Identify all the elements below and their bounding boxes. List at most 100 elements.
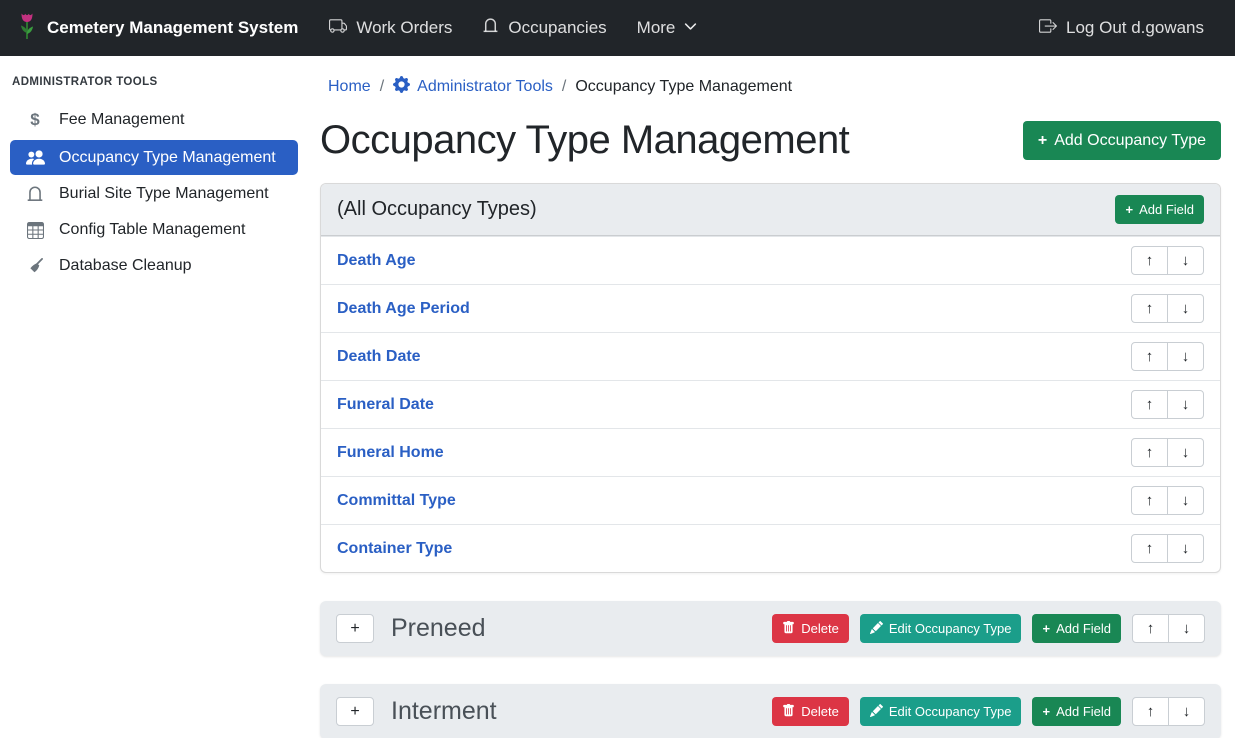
field-row: Death Date ↑ ↓ — [321, 332, 1220, 380]
field-row: Container Type ↑ ↓ — [321, 524, 1220, 572]
sidebar-item-label: Database Cleanup — [59, 257, 192, 275]
sidebar-item-config-table-management[interactable]: Config Table Management — [10, 213, 298, 247]
reorder-group: ↑ ↓ — [1132, 697, 1205, 726]
plus-icon: + — [1038, 132, 1047, 150]
move-up-button[interactable]: ↑ — [1131, 486, 1168, 515]
pencil-icon — [870, 704, 883, 720]
section-actions: Delete Edit Occupancy Type + Add Field ↑… — [772, 697, 1205, 726]
main-content: Home / Administrator Tools / Occupancy T… — [308, 56, 1235, 738]
reorder-group: ↑ ↓ — [1131, 438, 1204, 467]
app-brand[interactable]: Cemetery Management System — [16, 11, 298, 46]
move-down-button[interactable]: ↓ — [1168, 614, 1205, 643]
move-down-button[interactable]: ↓ — [1167, 486, 1204, 515]
move-up-button[interactable]: ↑ — [1132, 614, 1169, 643]
nav-item-label: Work Orders — [356, 18, 452, 38]
headstone-icon — [24, 185, 46, 203]
move-down-button[interactable]: ↓ — [1167, 294, 1204, 323]
expand-button[interactable]: + — [336, 614, 374, 643]
trash-icon — [782, 704, 795, 720]
breadcrumb-separator: / — [562, 78, 566, 96]
sidebar-item-label: Config Table Management — [59, 221, 246, 239]
page-title: Occupancy Type Management — [320, 118, 849, 163]
move-down-button[interactable]: ↓ — [1167, 246, 1204, 275]
edit-occupancy-type-button[interactable]: Edit Occupancy Type — [860, 614, 1022, 643]
move-down-button[interactable]: ↓ — [1167, 390, 1204, 419]
plus-icon: + — [1042, 704, 1050, 719]
pencil-icon — [870, 621, 883, 637]
chevron-down-icon — [684, 18, 697, 38]
app-title: Cemetery Management System — [47, 18, 298, 38]
breadcrumb-home-link[interactable]: Home — [328, 78, 371, 96]
edit-occupancy-type-button[interactable]: Edit Occupancy Type — [860, 697, 1022, 726]
breadcrumb-admin-tools-link[interactable]: Administrator Tools — [393, 76, 553, 98]
section-title: Interment — [391, 697, 497, 726]
main-nav: Work Orders Occupancies More — [314, 9, 712, 48]
logout-button[interactable]: Log Out d.gowans — [1024, 9, 1219, 48]
plus-icon: + — [1125, 202, 1133, 217]
add-field-button[interactable]: + Add Field — [1115, 195, 1204, 224]
sidebar-item-label: Burial Site Type Management — [59, 185, 269, 203]
field-link-funeral-date[interactable]: Funeral Date — [337, 396, 434, 414]
sidebar-item-burial-site-type-management[interactable]: Burial Site Type Management — [10, 177, 298, 211]
reorder-group: ↑ ↓ — [1131, 486, 1204, 515]
add-field-button[interactable]: + Add Field — [1032, 697, 1121, 726]
add-field-button[interactable]: + Add Field — [1032, 614, 1121, 643]
reorder-group: ↑ ↓ — [1131, 534, 1204, 563]
field-link-death-date[interactable]: Death Date — [337, 348, 421, 366]
field-link-committal-type[interactable]: Committal Type — [337, 492, 456, 510]
all-occupancy-types-card: (All Occupancy Types) + Add Field Death … — [320, 183, 1221, 573]
card-title: (All Occupancy Types) — [337, 198, 537, 221]
breadcrumb-current: Occupancy Type Management — [575, 78, 792, 96]
nav-item-occupancies[interactable]: Occupancies — [467, 9, 621, 47]
move-up-button[interactable]: ↑ — [1131, 246, 1168, 275]
delete-button[interactable]: Delete — [772, 614, 849, 643]
add-occupancy-type-button[interactable]: + Add Occupancy Type — [1023, 121, 1221, 160]
move-up-button[interactable]: ↑ — [1131, 390, 1168, 419]
users-icon — [24, 148, 46, 167]
card-header: (All Occupancy Types) + Add Field — [321, 184, 1220, 236]
move-up-button[interactable]: ↑ — [1131, 438, 1168, 467]
move-down-button[interactable]: ↓ — [1168, 697, 1205, 726]
table-icon — [24, 222, 46, 239]
move-up-button[interactable]: ↑ — [1132, 697, 1169, 726]
sidebar-item-label: Occupancy Type Management — [59, 149, 276, 167]
breadcrumb-separator: / — [380, 78, 384, 96]
sidebar-item-occupancy-type-management[interactable]: Occupancy Type Management — [10, 140, 298, 175]
field-link-death-age[interactable]: Death Age — [337, 252, 416, 270]
reorder-group: ↑ ↓ — [1131, 294, 1204, 323]
sidebar-item-database-cleanup[interactable]: Database Cleanup — [10, 249, 298, 283]
field-row: Funeral Date ↑ ↓ — [321, 380, 1220, 428]
expand-button[interactable]: + — [336, 697, 374, 726]
dollar-icon: $ — [24, 110, 46, 130]
section-title: Preneed — [391, 614, 486, 643]
move-down-button[interactable]: ↓ — [1167, 438, 1204, 467]
move-up-button[interactable]: ↑ — [1131, 534, 1168, 563]
plus-icon: + — [1042, 621, 1050, 636]
move-down-button[interactable]: ↓ — [1167, 342, 1204, 371]
sidebar-heading: ADMINISTRATOR TOOLS — [0, 66, 308, 100]
field-row: Death Age ↑ ↓ — [321, 236, 1220, 284]
headstone-icon — [482, 17, 499, 39]
breadcrumb: Home / Administrator Tools / Occupancy T… — [328, 76, 1221, 98]
broom-icon — [24, 257, 46, 275]
nav-item-work-orders[interactable]: Work Orders — [314, 9, 467, 48]
trash-icon — [782, 621, 795, 637]
reorder-group: ↑ ↓ — [1131, 342, 1204, 371]
nav-item-label: More — [637, 18, 676, 38]
field-link-funeral-home[interactable]: Funeral Home — [337, 444, 444, 462]
move-down-button[interactable]: ↓ — [1167, 534, 1204, 563]
move-up-button[interactable]: ↑ — [1131, 342, 1168, 371]
sidebar-item-fee-management[interactable]: $ Fee Management — [10, 102, 298, 138]
top-navbar: Cemetery Management System Work Orders O… — [0, 0, 1235, 56]
field-link-container-type[interactable]: Container Type — [337, 540, 452, 558]
delete-button[interactable]: Delete — [772, 697, 849, 726]
nav-item-more[interactable]: More — [622, 10, 713, 46]
move-up-button[interactable]: ↑ — [1131, 294, 1168, 323]
reorder-group: ↑ ↓ — [1131, 246, 1204, 275]
reorder-group: ↑ ↓ — [1131, 390, 1204, 419]
gear-icon — [393, 76, 410, 98]
occupancy-type-section-preneed: + Preneed Delete Edit Occupancy Type + A… — [320, 601, 1221, 656]
field-link-death-age-period[interactable]: Death Age Period — [337, 300, 470, 318]
field-row: Death Age Period ↑ ↓ — [321, 284, 1220, 332]
admin-sidebar: ADMINISTRATOR TOOLS $ Fee Management Occ… — [0, 56, 308, 738]
